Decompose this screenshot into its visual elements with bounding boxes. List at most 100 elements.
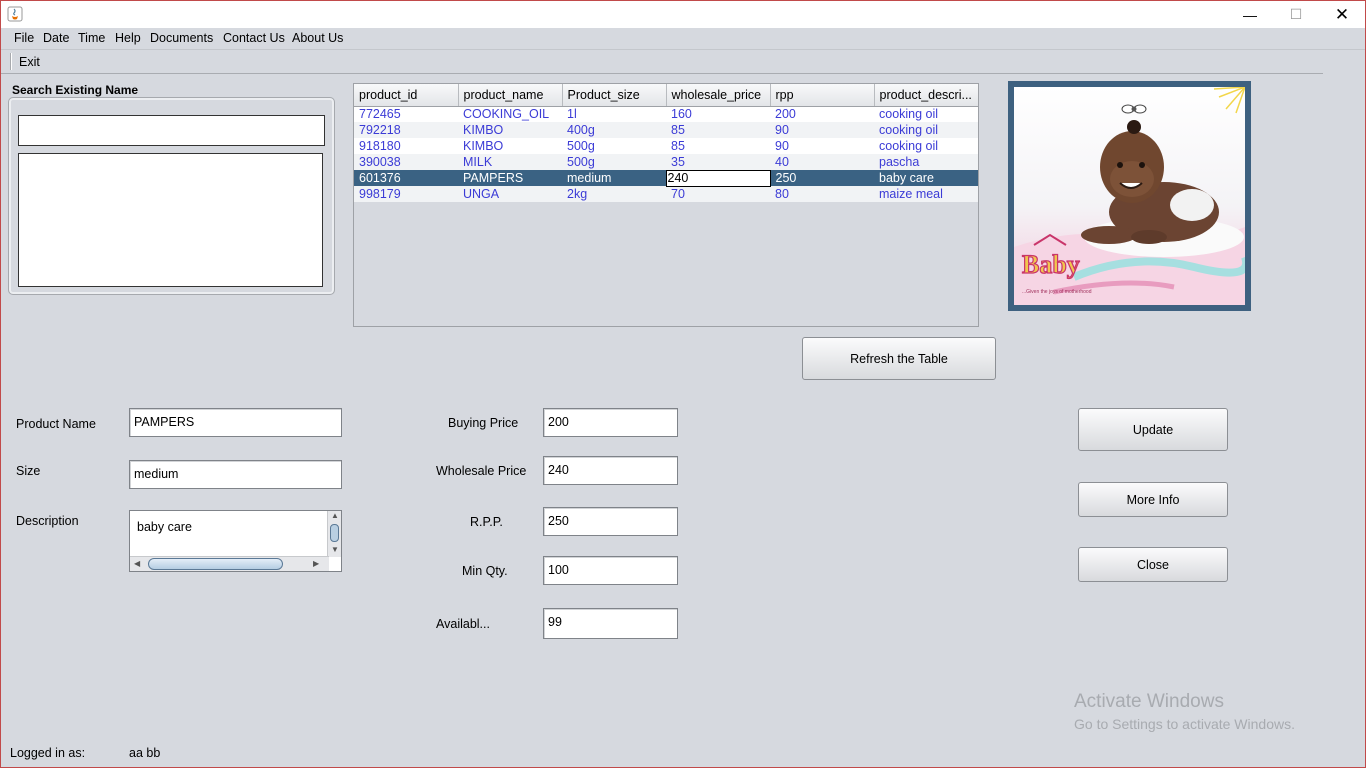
table-cell[interactable]: 772465: [354, 106, 458, 122]
scroll-left-icon[interactable]: ◀: [134, 559, 140, 568]
update-button[interactable]: Update: [1078, 408, 1228, 451]
menu-documents[interactable]: Documents: [150, 31, 213, 45]
table-row[interactable]: 998179 UNGA 2kg 70 80 maize meal: [354, 186, 978, 202]
exit-button[interactable]: Exit: [19, 55, 40, 69]
baby-logo-text: Baby: [1022, 250, 1080, 279]
product-name-label: Product Name: [16, 417, 96, 431]
toolbar-grip-handle[interactable]: [10, 53, 12, 70]
table-cell-editor[interactable]: 240: [665, 169, 771, 187]
scroll-down-icon[interactable]: ▼: [331, 545, 339, 554]
table-cell[interactable]: COOKING_OIL: [458, 106, 562, 122]
rpp-field[interactable]: 250: [543, 507, 678, 536]
table-cell[interactable]: KIMBO: [458, 122, 562, 138]
menu-time[interactable]: Time: [78, 31, 105, 45]
table-cell[interactable]: 90: [770, 122, 874, 138]
table-row-selected[interactable]: 601376 PAMPERS medium 240 250 baby care: [354, 169, 978, 187]
column-header[interactable]: wholesale_price: [666, 84, 771, 107]
minimize-button[interactable]: —: [1227, 1, 1273, 28]
product-name-field[interactable]: PAMPERS: [129, 408, 342, 437]
java-app-icon: [7, 6, 23, 22]
table-cell[interactable]: 160: [666, 106, 770, 122]
table-cell[interactable]: 792218: [354, 122, 458, 138]
table-cell[interactable]: 90: [770, 138, 874, 154]
description-horizontal-scrollbar[interactable]: ◀ ▶: [130, 556, 329, 571]
column-header[interactable]: product_descri...: [874, 84, 978, 107]
table-cell[interactable]: 601376: [354, 170, 458, 186]
menu-contact-us[interactable]: Contact Us: [223, 31, 285, 45]
table-cell[interactable]: UNGA: [458, 186, 562, 202]
table-cell[interactable]: cooking oil: [874, 106, 978, 122]
table-cell[interactable]: 918180: [354, 138, 458, 154]
size-field[interactable]: medium: [129, 460, 342, 489]
column-header[interactable]: rpp: [770, 84, 875, 107]
logged-in-label: Logged in as:: [10, 746, 86, 760]
search-input[interactable]: [18, 115, 325, 146]
scroll-up-icon[interactable]: ▲: [331, 511, 339, 520]
vertical-scroll-thumb[interactable]: [330, 524, 339, 542]
buying-price-field[interactable]: 200: [543, 408, 678, 437]
table-cell[interactable]: 80: [770, 186, 874, 202]
table-cell[interactable]: 85: [666, 138, 770, 154]
close-button[interactable]: Close: [1078, 547, 1228, 582]
baby-logo-tagline: ...Given the joys of motherhood: [1022, 289, 1092, 295]
description-vertical-scrollbar[interactable]: ▲ ▼: [327, 511, 341, 557]
table-cell[interactable]: maize meal: [874, 186, 978, 202]
column-header[interactable]: product_name: [458, 84, 563, 107]
table-cell[interactable]: 390038: [354, 154, 458, 170]
scroll-right-icon[interactable]: ▶: [313, 559, 319, 568]
more-info-button[interactable]: More Info: [1078, 482, 1228, 517]
search-results-list[interactable]: [18, 153, 323, 287]
product-image: Baby ...Given the joys of motherhood: [1014, 87, 1245, 305]
menu-about-us[interactable]: About Us: [292, 31, 343, 45]
maximize-button[interactable]: ☐: [1273, 1, 1319, 28]
activate-windows-subtext: Go to Settings to activate Windows.: [1074, 716, 1295, 732]
menu-bar: File Date Time Help Documents Contact Us…: [1, 28, 1365, 50]
table-row[interactable]: 918180 KIMBO 500g 85 90 cooking oil: [354, 138, 978, 154]
table-row[interactable]: 772465 COOKING_OIL 1l 160 200 cooking oi…: [354, 106, 978, 122]
available-field[interactable]: 99: [543, 608, 678, 639]
table-cell[interactable]: 200: [770, 106, 874, 122]
table-row[interactable]: 390038 MILK 500g 35 40 pascha: [354, 154, 978, 170]
table-cell[interactable]: 1l: [562, 106, 666, 122]
size-label: Size: [16, 464, 41, 478]
table-cell[interactable]: 35: [666, 154, 770, 170]
close-window-button[interactable]: ✕: [1319, 1, 1365, 28]
table-cell[interactable]: pascha: [874, 154, 978, 170]
app-window: — ☐ ✕ File Date Time Help Documents Cont…: [0, 0, 1366, 768]
table-cell[interactable]: PAMPERS: [458, 170, 562, 186]
table-cell[interactable]: 70: [666, 186, 770, 202]
available-label: Availabl...: [436, 617, 490, 631]
table-cell[interactable]: 500g: [562, 138, 666, 154]
menu-date[interactable]: Date: [43, 31, 69, 45]
table-cell[interactable]: 998179: [354, 186, 458, 202]
min-qty-label: Min Qty.: [462, 564, 508, 578]
column-header[interactable]: Product_size: [562, 84, 667, 107]
table-cell[interactable]: cooking oil: [874, 138, 978, 154]
min-qty-field[interactable]: 100: [543, 556, 678, 585]
table-cell[interactable]: cooking oil: [874, 122, 978, 138]
table-cell[interactable]: MILK: [458, 154, 562, 170]
table-cell[interactable]: 250: [770, 170, 874, 186]
table-cell[interactable]: baby care: [874, 170, 978, 186]
wholesale-price-field[interactable]: 240: [543, 456, 678, 485]
table-cell[interactable]: 2kg: [562, 186, 666, 202]
title-bar: — ☐ ✕: [1, 1, 1365, 28]
refresh-table-button[interactable]: Refresh the Table: [802, 337, 996, 380]
table-cell[interactable]: 500g: [562, 154, 666, 170]
rpp-label: R.P.P.: [470, 515, 503, 529]
horizontal-scroll-thumb[interactable]: [148, 558, 283, 570]
table-cell[interactable]: KIMBO: [458, 138, 562, 154]
table-cell[interactable]: 40: [770, 154, 874, 170]
description-textarea[interactable]: baby care ▲ ▼ ◀ ▶: [129, 510, 342, 572]
menu-file[interactable]: File: [14, 31, 34, 45]
toolbar: Exit: [1, 50, 1323, 74]
table-row[interactable]: 792218 KIMBO 400g 85 90 cooking oil: [354, 122, 978, 138]
column-header[interactable]: product_id: [354, 84, 459, 107]
menu-help[interactable]: Help: [115, 31, 141, 45]
table-cell[interactable]: medium: [562, 170, 666, 186]
buying-price-label: Buying Price: [448, 416, 519, 430]
logged-in-user: aa bb: [129, 746, 161, 760]
activate-windows-watermark: Activate Windows: [1074, 691, 1224, 712]
table-cell[interactable]: 400g: [562, 122, 666, 138]
table-cell[interactable]: 85: [666, 122, 770, 138]
